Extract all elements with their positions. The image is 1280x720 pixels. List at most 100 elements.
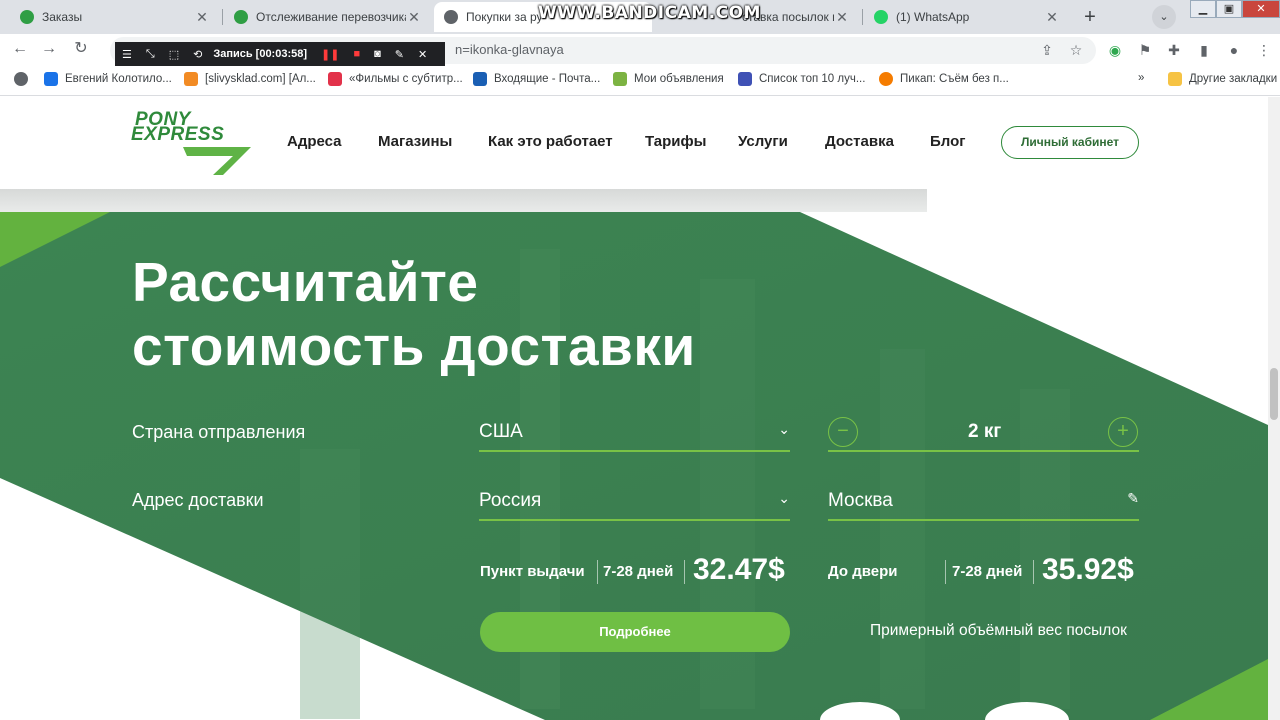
logo-arrow-icon <box>183 147 251 175</box>
nav-services[interactable]: Услуги <box>738 133 788 150</box>
bookmark-item[interactable]: Евгений Колотило... <box>44 72 172 86</box>
bookmark-icon <box>328 72 342 86</box>
nav-delivery[interactable]: Доставка <box>825 133 894 150</box>
minimize-icon[interactable]: ▁ <box>1190 0 1216 18</box>
back-icon[interactable]: ← <box>9 38 31 60</box>
chevron-down-icon: ⌄ <box>778 490 790 506</box>
nav-addresses[interactable]: Адреса <box>287 133 342 150</box>
nav-tariffs[interactable]: Тарифы <box>645 133 706 150</box>
bookmark-icon <box>44 72 58 86</box>
origin-select[interactable]: США ⌄ <box>479 412 790 452</box>
country-value: Россия <box>479 490 542 511</box>
bookmark-label: Пикап: Съём без п... <box>900 73 1009 85</box>
plus-icon[interactable]: + <box>1108 417 1138 447</box>
new-tab-button[interactable]: + <box>1077 4 1103 30</box>
recorder-overlay: ☰ ⤡ ⬚ ⟲ Запись [00:03:58] ❚❚ ■ ◙ ✎ ✕ <box>115 42 445 66</box>
resize-icon[interactable]: ⟲ <box>186 48 209 61</box>
bookmark-icon <box>613 72 627 86</box>
city-value: Москва <box>828 490 893 511</box>
divider <box>684 560 685 584</box>
nav-how-it-works[interactable]: Как это работает <box>488 133 613 150</box>
recorder-time: Запись [00:03:58] <box>213 48 308 60</box>
chevron-right-icon[interactable]: » <box>1138 72 1144 84</box>
city-input[interactable]: Москва ✎ <box>828 481 1139 521</box>
leaf-icon <box>234 10 248 24</box>
extension-icon[interactable]: ⚑ <box>1135 40 1155 60</box>
bookmark-item[interactable]: «Фильмы с субтитр... <box>328 72 463 86</box>
close-icon[interactable]: ✕ <box>406 9 422 26</box>
star-icon[interactable]: ☆ <box>1066 40 1086 60</box>
close-icon[interactable]: ✕ <box>1044 9 1060 26</box>
approx-weight-link[interactable]: Примерный объёмный вес посылок <box>870 622 1127 640</box>
puzzle-icon[interactable]: ✚ <box>1164 40 1184 60</box>
bookmark-label: Список топ 10 луч... <box>759 73 866 85</box>
bookmark-icon <box>473 72 487 86</box>
maximize-icon[interactable]: ▣ <box>1216 0 1242 18</box>
nav-blog[interactable]: Блог <box>930 133 966 150</box>
chevron-down-icon[interactable]: ⌄ <box>1152 5 1176 29</box>
tab-orders[interactable]: Заказы ✕ <box>10 2 220 32</box>
globe-icon <box>14 72 35 86</box>
logo-line2: EXPRESS <box>131 124 225 145</box>
bookmark-label: [slivysklad.com] [Ал... <box>205 73 316 85</box>
tab-whatsapp[interactable]: (1) WhatsApp ✕ <box>864 2 1070 32</box>
bookmark-icon <box>879 72 893 86</box>
door-label: До двери <box>828 563 898 580</box>
pen-icon[interactable]: ✎ <box>388 48 411 61</box>
avatar[interactable]: ● <box>1224 40 1244 60</box>
bookmark-label: «Фильмы с субтитр... <box>349 73 463 85</box>
title-line1: Рассчитайте <box>132 251 479 313</box>
other-bookmarks[interactable]: Другие закладки <box>1168 72 1277 86</box>
tab-tracking[interactable]: Отслеживание перевозчика ✕ <box>224 2 432 32</box>
close-window-icon[interactable]: ✕ <box>1242 0 1280 18</box>
close-icon[interactable]: ✕ <box>834 9 850 26</box>
tab-title: (1) WhatsApp <box>896 10 970 24</box>
menu-icon[interactable]: ☰ <box>115 48 139 61</box>
chevron-down-icon: ⌄ <box>778 421 790 437</box>
more-button[interactable]: Подробнее <box>480 612 790 652</box>
reload-icon[interactable]: ↻ <box>70 38 92 60</box>
share-icon[interactable]: ⇪ <box>1037 40 1057 60</box>
extension-signal-icon[interactable]: ◉ <box>1105 40 1125 60</box>
tab-separator <box>862 9 863 25</box>
close-icon[interactable]: ✕ <box>194 9 210 26</box>
bookmark-item[interactable]: Пикап: Съём без п... <box>879 72 1009 86</box>
weight-stepper[interactable]: 2 кг <box>828 412 1139 452</box>
origin-value: США <box>479 421 523 442</box>
watermark: WWW.BANDICAM.COM <box>538 3 761 23</box>
pickup-label: Пункт выдачи <box>480 563 585 580</box>
door-days: 7-28 дней <box>952 563 1023 580</box>
close-icon[interactable]: ✕ <box>411 48 434 61</box>
more-icon[interactable]: ⋮ <box>1254 40 1274 60</box>
browser-window: Заказы ✕ Отслеживание перевозчика ✕ Поку… <box>0 0 1280 720</box>
bookmark-item[interactable]: Мои объявления <box>613 72 724 86</box>
nav-shops[interactable]: Магазины <box>378 133 452 150</box>
divider <box>597 560 598 584</box>
origin-label: Страна отправления <box>132 422 306 442</box>
minus-icon[interactable]: − <box>828 417 858 447</box>
shrink-icon[interactable]: ⤡ <box>139 48 162 61</box>
window-controls: ▁ ▣ ✕ <box>1190 0 1280 18</box>
select-region-icon[interactable]: ⬚ <box>162 48 186 61</box>
whatsapp-icon <box>874 10 888 24</box>
logo[interactable]: PONY EXPRESS <box>131 109 251 175</box>
stop-icon[interactable]: ■ <box>346 48 367 60</box>
tab-separator <box>222 9 223 25</box>
bookmark-item[interactable]: [slivysklad.com] [Ал... <box>184 72 316 86</box>
bookmark-icon <box>184 72 198 86</box>
pause-icon[interactable]: ❚❚ <box>314 48 346 61</box>
globe-icon <box>444 10 458 24</box>
cabinet-button[interactable]: Личный кабинет <box>1001 126 1139 159</box>
country-select[interactable]: Россия ⌄ <box>479 481 790 521</box>
weight-value: 2 кг <box>968 421 1002 442</box>
bookmark-item[interactable]: Список топ 10 луч... <box>738 72 865 86</box>
scrollbar-thumb[interactable] <box>1270 368 1278 420</box>
pickup-price: 32.47$ <box>693 553 785 586</box>
sidepanel-icon[interactable]: ▮ <box>1194 40 1214 60</box>
forward-icon[interactable]: → <box>38 38 60 60</box>
pickup-days: 7-28 дней <box>603 563 674 580</box>
title-line2: стоимость доставки <box>132 315 696 377</box>
camera-icon[interactable]: ◙ <box>367 48 388 60</box>
bookmark-label: Входящие - Почта... <box>494 73 601 85</box>
bookmark-item[interactable]: Входящие - Почта... <box>473 72 600 86</box>
